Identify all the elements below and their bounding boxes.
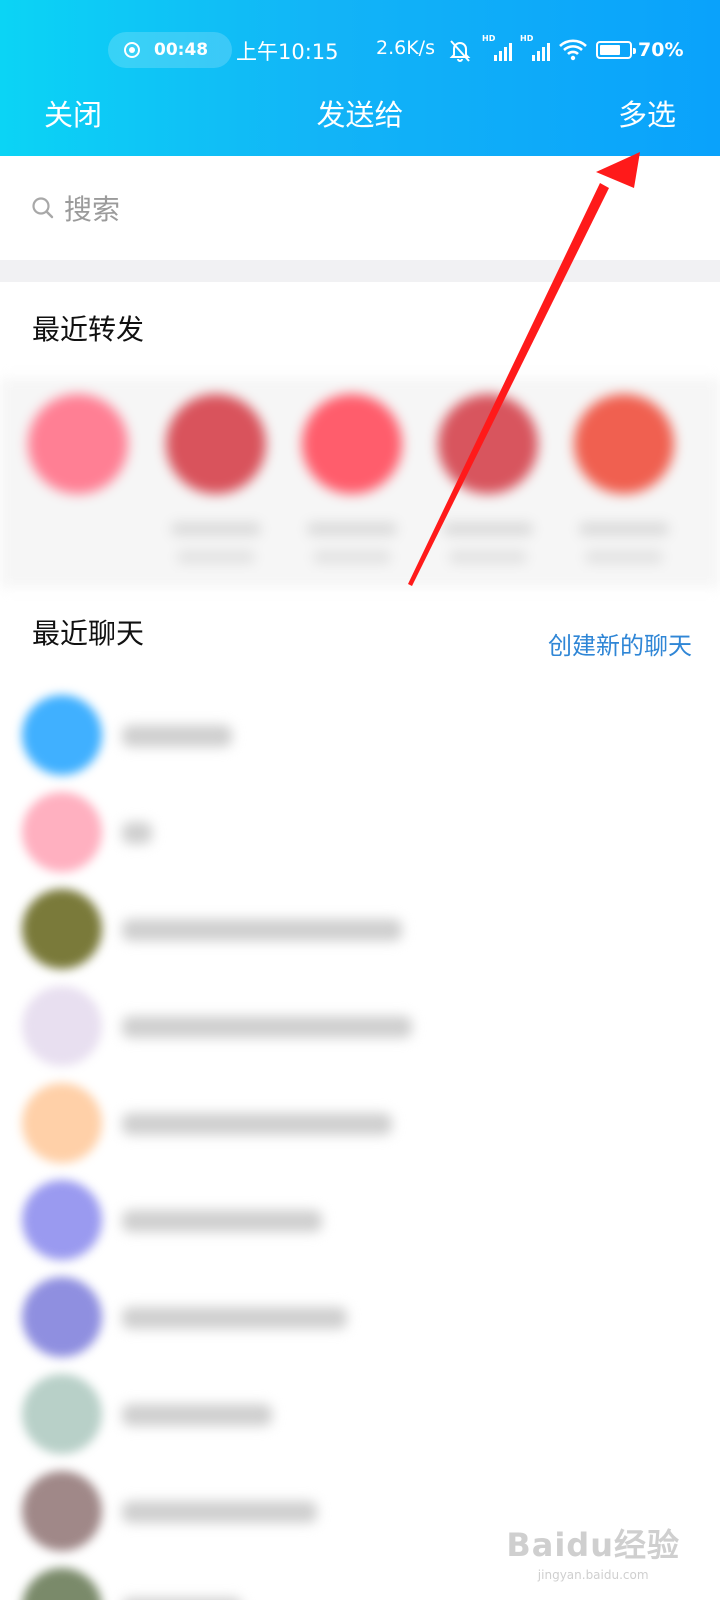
chat-row[interactable]	[0, 1374, 720, 1471]
record-icon	[124, 42, 140, 58]
chat-row[interactable]	[0, 1277, 720, 1374]
chat-name-placeholder	[122, 822, 152, 844]
watermark-logo: Baidu经验	[506, 1526, 680, 1564]
forward-contact[interactable]	[26, 394, 130, 494]
chat-row[interactable]	[0, 1180, 720, 1277]
contact-name-placeholder	[177, 550, 255, 564]
wifi-icon	[559, 39, 587, 61]
battery-level	[600, 45, 620, 55]
contact-name-placeholder	[307, 522, 397, 536]
chat-name-placeholder	[122, 1210, 322, 1232]
screen-record-indicator[interactable]: 00:48	[108, 32, 232, 68]
recent-chats-title: 最近聊天	[32, 617, 145, 650]
avatar	[22, 889, 102, 969]
chat-name-placeholder	[122, 1307, 347, 1329]
signal-hd-label: HD	[482, 34, 496, 43]
battery-indicator: 70%	[596, 39, 683, 61]
nav-bar: 关闭 发送给 多选	[0, 84, 720, 140]
recent-forward-list	[0, 378, 720, 588]
chat-name-placeholder	[122, 919, 402, 941]
forward-contact[interactable]	[436, 394, 540, 564]
chat-name-placeholder	[122, 1501, 317, 1523]
signal-icon: HD	[482, 34, 512, 63]
baidu-watermark: Baidu经验 jingyan.baidu.com	[506, 1520, 680, 1582]
section-divider	[0, 260, 720, 282]
contact-name-placeholder	[585, 550, 663, 564]
page-title: 发送给	[316, 98, 404, 132]
chat-row[interactable]	[0, 1083, 720, 1180]
contact-name-placeholder	[443, 522, 533, 536]
status-bar: 00:48 上午10:15 2.6K/s HD HD 70%	[0, 28, 720, 72]
network-speed: 2.6K/s	[376, 37, 435, 59]
contact-name-placeholder	[449, 550, 527, 564]
signal-hd-label: HD	[520, 34, 534, 43]
avatar	[302, 394, 402, 494]
search-input[interactable]: 搜索	[64, 188, 120, 228]
chat-name-placeholder	[122, 1113, 392, 1135]
avatar	[22, 1083, 102, 1163]
forward-contact[interactable]	[300, 394, 404, 564]
chat-name-placeholder	[122, 1016, 412, 1038]
create-new-chat-link[interactable]: 创建新的聊天	[548, 626, 692, 661]
status-icons: HD HD 70%	[446, 34, 683, 64]
record-time: 00:48	[154, 40, 209, 60]
chat-row[interactable]	[0, 986, 720, 1083]
avatar	[22, 986, 102, 1066]
chat-row[interactable]	[0, 792, 720, 889]
contact-name-placeholder	[171, 522, 261, 536]
recent-chat-list	[0, 695, 720, 1600]
search-bar[interactable]: 搜索	[0, 156, 720, 260]
avatar	[22, 1180, 102, 1260]
search-icon	[32, 197, 54, 219]
forward-contact[interactable]	[572, 394, 676, 564]
mute-bell-icon	[449, 40, 471, 62]
avatar	[22, 695, 102, 775]
multi-select-button[interactable]: 多选	[618, 92, 676, 134]
avatar	[574, 394, 674, 494]
chat-name-placeholder	[122, 1404, 272, 1426]
app-header: 00:48 上午10:15 2.6K/s HD HD 70% 关闭 发送给 多选	[0, 0, 720, 156]
forward-contact[interactable]	[164, 394, 268, 564]
avatar	[22, 792, 102, 872]
battery-icon	[596, 41, 636, 59]
chat-name-placeholder	[122, 725, 232, 747]
signal-icon: HD	[520, 34, 550, 63]
avatar	[22, 1471, 102, 1551]
avatar	[28, 394, 128, 494]
avatar	[438, 394, 538, 494]
avatar	[22, 1374, 102, 1454]
contact-name-placeholder	[579, 522, 669, 536]
clock: 上午10:15	[236, 40, 339, 64]
recent-forward-title: 最近转发	[32, 313, 145, 346]
chat-row[interactable]	[0, 889, 720, 986]
avatar	[166, 394, 266, 494]
contact-name-placeholder	[313, 550, 391, 564]
chat-row[interactable]	[0, 695, 720, 792]
watermark-url: jingyan.baidu.com	[537, 1568, 649, 1582]
battery-percent: 70%	[638, 39, 684, 61]
avatar	[22, 1568, 102, 1600]
avatar	[22, 1277, 102, 1357]
